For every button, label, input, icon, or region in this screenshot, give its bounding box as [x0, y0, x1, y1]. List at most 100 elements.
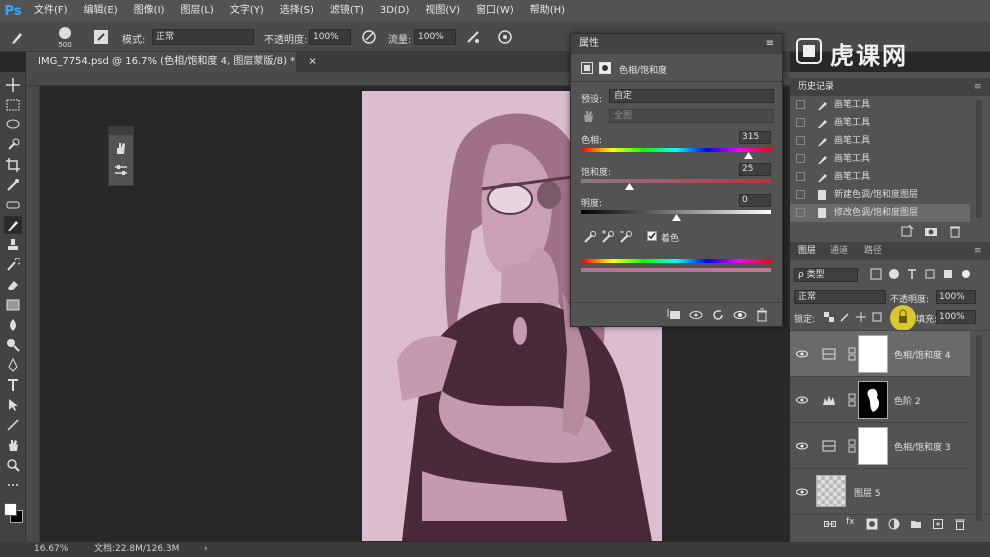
- adjust-sliders-icon[interactable]: [114, 163, 128, 177]
- clip-to-layer-icon[interactable]: [667, 308, 681, 322]
- delete-layer-icon[interactable]: [954, 518, 966, 530]
- menu-image[interactable]: 图像(I): [126, 0, 173, 22]
- fill-input[interactable]: 100%: [936, 310, 976, 324]
- new-group-icon[interactable]: [910, 518, 922, 530]
- blend-mode-select[interactable]: 正常: [794, 290, 886, 304]
- history-item[interactable]: 新建色调/饱和度图层: [790, 186, 970, 204]
- history-menu-icon[interactable]: ≡: [974, 78, 982, 96]
- link-icon[interactable]: [848, 347, 856, 361]
- filter-pixel-icon[interactable]: [870, 268, 882, 280]
- menu-window[interactable]: 窗口(W): [468, 0, 522, 22]
- healing-brush-tool-icon[interactable]: [4, 196, 22, 214]
- tab-channels[interactable]: 通道: [830, 242, 848, 260]
- brush-preset-picker[interactable]: 500: [54, 25, 76, 49]
- menu-select[interactable]: 选择(S): [272, 0, 322, 22]
- filter-toggle-icon[interactable]: [960, 268, 972, 280]
- lock-artboard-icon[interactable]: [872, 312, 882, 322]
- lock-all-highlight[interactable]: [890, 305, 916, 331]
- foreground-color-swatch[interactable]: [4, 503, 17, 516]
- color-swatches[interactable]: [3, 500, 23, 526]
- blur-tool-icon[interactable]: [4, 316, 22, 334]
- layers-menu-icon[interactable]: ≡: [974, 242, 982, 260]
- flow-input[interactable]: 100%: [414, 29, 456, 45]
- mini-panel-header[interactable]: [109, 127, 133, 135]
- target-adjust-hand-icon[interactable]: [581, 109, 595, 123]
- layer-thumbnail[interactable]: [816, 475, 846, 507]
- tab-layers[interactable]: 图层: [798, 242, 816, 260]
- brush-panel-toggle-icon[interactable]: [92, 28, 110, 46]
- delete-icon[interactable]: [755, 308, 769, 322]
- link-icon[interactable]: [848, 439, 856, 453]
- view-previous-state-icon[interactable]: [689, 308, 703, 322]
- brush-tool-icon[interactable]: [4, 216, 22, 234]
- panel-menu-icon[interactable]: ≡: [766, 34, 774, 54]
- brush-tool-icon[interactable]: [8, 28, 26, 46]
- eyedropper-tool-icon[interactable]: [4, 176, 22, 194]
- history-item[interactable]: 画笔工具: [790, 132, 970, 150]
- menu-filter[interactable]: 滤镜(T): [322, 0, 372, 22]
- add-mask-icon[interactable]: [866, 518, 878, 530]
- menu-edit[interactable]: 编辑(E): [76, 0, 126, 22]
- saturation-input[interactable]: 25: [739, 163, 771, 176]
- layer-mask-thumbnail[interactable]: [858, 335, 888, 373]
- preset-select[interactable]: 自定: [609, 89, 774, 103]
- layer-row[interactable]: 图层 5: [790, 469, 970, 515]
- properties-panel-header[interactable]: 属性 ≡: [571, 34, 782, 54]
- zoom-level[interactable]: 16.67%: [34, 542, 68, 557]
- line-tool-icon[interactable]: [4, 416, 22, 434]
- pressure-opacity-icon[interactable]: [360, 28, 378, 46]
- layer-row[interactable]: 色相/饱和度 3: [790, 423, 970, 469]
- eye-icon[interactable]: [796, 486, 808, 498]
- layer-row[interactable]: 色阶 2: [790, 377, 970, 423]
- snapshot-camera-icon[interactable]: [924, 224, 938, 238]
- close-tab-icon[interactable]: ×: [308, 56, 316, 67]
- hue-input[interactable]: 315: [739, 131, 771, 144]
- airbrush-icon[interactable]: [464, 28, 482, 46]
- path-selection-tool-icon[interactable]: [4, 396, 22, 414]
- filter-shape-icon[interactable]: [924, 268, 936, 280]
- delete-state-icon[interactable]: [948, 224, 962, 238]
- marquee-tool-icon[interactable]: [4, 96, 22, 114]
- history-item-current[interactable]: 修改色调/饱和度图层: [790, 204, 970, 222]
- layer-row[interactable]: 色相/饱和度 4: [790, 331, 970, 377]
- reset-icon[interactable]: [711, 308, 725, 322]
- new-layer-icon[interactable]: [932, 518, 944, 530]
- layer-mask-thumbnail[interactable]: [858, 381, 888, 419]
- lock-pixels-icon[interactable]: [840, 312, 850, 322]
- history-item[interactable]: 画笔工具: [790, 96, 970, 114]
- eyedropper-icon[interactable]: [583, 230, 597, 244]
- brush-settings-icon[interactable]: [114, 141, 128, 155]
- type-tool-icon[interactable]: [4, 376, 22, 394]
- status-menu-arrow-icon[interactable]: ›: [204, 542, 208, 557]
- pen-tool-icon[interactable]: [4, 356, 22, 374]
- new-adjustment-layer-icon[interactable]: [888, 518, 900, 530]
- eyedropper-add-icon[interactable]: [601, 230, 615, 244]
- menu-help[interactable]: 帮助(H): [522, 0, 573, 22]
- quick-select-tool-icon[interactable]: [4, 136, 22, 154]
- menu-layer[interactable]: 图层(L): [172, 0, 221, 22]
- move-tool-icon[interactable]: [4, 76, 22, 94]
- colorize-checkbox[interactable]: [647, 231, 657, 241]
- layer-filter-select[interactable]: ρ 类型: [794, 268, 858, 282]
- history-item[interactable]: 画笔工具: [790, 114, 970, 132]
- eyedropper-subtract-icon[interactable]: [619, 230, 633, 244]
- layer-mask-icon[interactable]: [599, 62, 611, 74]
- mode-select[interactable]: 正常: [152, 29, 254, 45]
- gradient-tool-icon[interactable]: [4, 296, 22, 314]
- history-brush-tool-icon[interactable]: [4, 256, 22, 274]
- filter-type-icon[interactable]: [906, 268, 918, 280]
- crop-tool-icon[interactable]: [4, 156, 22, 174]
- link-icon[interactable]: [848, 393, 856, 407]
- link-layers-icon[interactable]: [824, 518, 836, 530]
- hand-tool-icon[interactable]: [4, 436, 22, 454]
- layers-scrollbar[interactable]: [976, 335, 982, 521]
- saturation-slider-thumb[interactable]: [624, 183, 634, 190]
- menu-view[interactable]: 视图(V): [417, 0, 468, 22]
- lightness-slider-thumb[interactable]: [672, 214, 681, 221]
- eye-icon[interactable]: [796, 348, 808, 360]
- eye-icon[interactable]: [796, 440, 808, 452]
- lightness-input[interactable]: 0: [739, 194, 771, 207]
- document-info[interactable]: 文档:22.8M/126.3M: [94, 542, 179, 557]
- menu-type[interactable]: 文字(Y): [222, 0, 272, 22]
- new-document-from-state-icon[interactable]: [900, 224, 914, 238]
